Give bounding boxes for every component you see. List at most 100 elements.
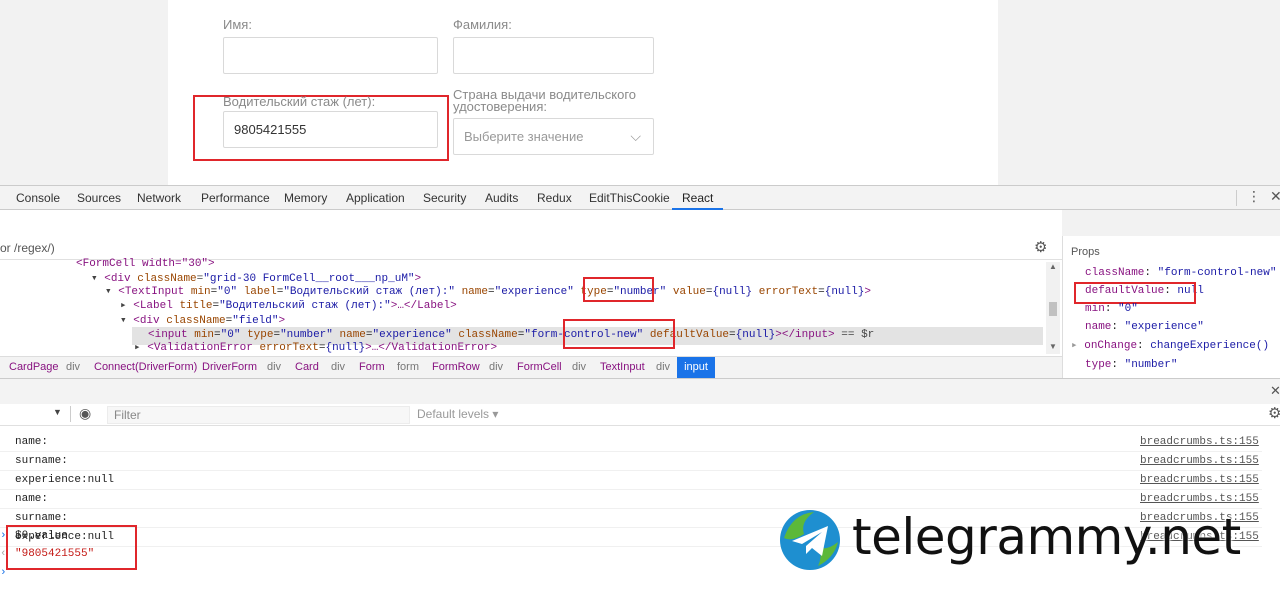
tree-text: {null} — [712, 286, 753, 298]
console-source-link[interactable]: breadcrumbs.ts:155 — [1140, 471, 1259, 490]
breadcrumb-card[interactable]: Card — [295, 357, 319, 378]
console-prompt-icon[interactable]: › — [0, 564, 7, 583]
tree-text: > — [864, 286, 871, 298]
breadcrumb-div[interactable]: div — [267, 357, 281, 378]
react-search-input[interactable]: or /regex/) — [0, 241, 55, 255]
country-label: Страна выдачи водительского удостоверени… — [453, 87, 637, 114]
experience-input[interactable]: 9805421555 — [223, 111, 438, 148]
collapse-arrow-icon: ▸ — [1071, 340, 1085, 352]
breadcrumb-div[interactable]: div — [66, 357, 80, 378]
console-drawer-header: ✕ — [0, 378, 1280, 404]
tree-text: {null} — [735, 329, 776, 341]
tab-redux[interactable]: Redux — [537, 186, 572, 210]
tree-line-validationerror[interactable]: ▸ <ValidationError errorText={null}>…</V… — [134, 341, 497, 355]
tab-audits[interactable]: Audits — [485, 186, 518, 210]
prop-key: className — [1085, 267, 1145, 279]
collapse-arrow-icon: ▸ — [120, 300, 134, 312]
breadcrumb-form-element[interactable]: form — [397, 357, 419, 378]
country-select-placeholder: Выберите значение — [464, 129, 584, 144]
breadcrumb-formcell[interactable]: FormCell — [517, 357, 562, 378]
close-icon[interactable]: ✕ — [1270, 188, 1280, 205]
tab-performance[interactable]: Performance — [201, 186, 270, 210]
breadcrumb-driverform[interactable]: DriverForm — [202, 357, 257, 378]
breadcrumb-div[interactable]: div — [572, 357, 586, 378]
tree-text: "0" — [220, 329, 241, 341]
console-source-link[interactable]: breadcrumbs.ts:155 — [1140, 452, 1259, 471]
value-null-highlight-box — [583, 277, 654, 302]
tree-text: <input — [148, 329, 195, 341]
console-source-link[interactable]: breadcrumbs.ts:155 — [1140, 433, 1259, 452]
tab-editthiscookie[interactable]: EditThisCookie — [589, 186, 670, 210]
chevron-down-icon: ⌵ — [630, 128, 641, 144]
prop-key: type — [1085, 359, 1112, 371]
tree-text: >…</ValidationError> — [365, 342, 498, 354]
breadcrumb-form[interactable]: Form — [359, 357, 385, 378]
console-result-highlight-box — [6, 525, 137, 570]
prop-row[interactable]: min: "0" — [1085, 300, 1138, 319]
prop-row[interactable]: className: "form-control-new" — [1085, 264, 1276, 283]
toolbar-divider — [70, 406, 71, 422]
watermark-text: telegrammy.net — [852, 508, 1241, 566]
prop-value: changeExperience() — [1150, 340, 1270, 352]
console-row: name: breadcrumbs.ts:155 — [0, 433, 1262, 452]
tab-console[interactable]: Console — [16, 186, 60, 210]
prop-value: "form-control-new" — [1157, 267, 1277, 279]
tab-security[interactable]: Security — [423, 186, 466, 210]
console-message: name: — [15, 493, 49, 505]
prop-row[interactable]: name: "experience" — [1085, 318, 1204, 337]
first-name-label: Имя: — [223, 17, 252, 32]
tab-memory[interactable]: Memory — [284, 186, 327, 210]
prop-key: min — [1085, 303, 1105, 315]
console-message: experience:null — [15, 474, 115, 486]
last-name-label: Фамилия: — [453, 17, 512, 32]
console-filter-input[interactable]: Filter — [107, 406, 410, 424]
tab-application[interactable]: Application — [346, 186, 405, 210]
tree-text: "experience" — [494, 286, 574, 298]
tree-text: value — [672, 286, 706, 298]
breadcrumb-div[interactable]: div — [331, 357, 345, 378]
log-levels-dropdown[interactable]: Default levels ▾ — [417, 407, 498, 421]
first-name-input[interactable] — [223, 37, 438, 74]
breadcrumb-formrow[interactable]: FormRow — [432, 357, 480, 378]
more-menu-icon[interactable]: ⋮ — [1247, 188, 1261, 205]
tree-text: == $r — [841, 329, 875, 341]
scroll-up-icon[interactable]: ▲ — [1049, 262, 1057, 271]
experience-label: Водительский стаж (лет): — [223, 94, 376, 109]
close-drawer-icon[interactable]: ✕ — [1270, 383, 1280, 399]
tree-text: "Водительский стаж (лет):" — [219, 300, 391, 312]
console-message: name: — [15, 436, 49, 448]
tree-text: <FormCell width="30"> — [76, 258, 215, 270]
tab-react[interactable]: React — [672, 186, 724, 210]
breadcrumb-div[interactable]: div — [489, 357, 503, 378]
tab-sources[interactable]: Sources — [77, 186, 121, 210]
defaultvalue-highlight-box — [563, 319, 675, 349]
breadcrumb-input[interactable]: input — [677, 357, 715, 378]
context-dropdown-icon[interactable]: ▼ — [53, 407, 62, 417]
expand-arrow-icon: ▾ — [91, 273, 105, 285]
prop-row[interactable]: ▸ onChange: changeExperience() — [1071, 337, 1269, 356]
breadcrumb-textinput[interactable]: TextInput — [600, 357, 645, 378]
prop-value: "experience" — [1124, 321, 1204, 333]
tree-text: "number" — [280, 329, 333, 341]
tree-text: {null} — [824, 286, 865, 298]
tree-scrollbar[interactable]: ▲ ▼ — [1046, 262, 1060, 354]
breadcrumb-cardpage[interactable]: CardPage — [9, 357, 59, 378]
prop-value: "0" — [1118, 303, 1138, 315]
collapse-arrow-icon: ▸ — [134, 342, 148, 354]
tree-line-formcell[interactable]: <FormCell width="30"> — [76, 258, 215, 270]
country-select[interactable]: Выберите значение ⌵ — [453, 118, 654, 155]
prop-row[interactable]: type: "number" — [1085, 356, 1177, 375]
tab-network[interactable]: Network — [137, 186, 181, 210]
prop-key: name — [1085, 321, 1112, 333]
last-name-input[interactable] — [453, 37, 654, 74]
breadcrumb-div[interactable]: div — [656, 357, 670, 378]
breadcrumb-connect-driverform[interactable]: Connect(DriverForm) — [94, 357, 197, 378]
tree-text: {null} — [325, 342, 366, 354]
tree-text: errorText — [259, 342, 319, 354]
scrollbar-thumb[interactable] — [1049, 302, 1057, 316]
scroll-down-icon[interactable]: ▼ — [1049, 342, 1057, 351]
eye-icon[interactable]: ◉ — [79, 405, 91, 422]
console-message: surname: — [15, 455, 68, 467]
gear-icon[interactable]: ⚙ — [1034, 238, 1047, 256]
console-settings-icon[interactable]: ⚙ — [1268, 404, 1280, 422]
